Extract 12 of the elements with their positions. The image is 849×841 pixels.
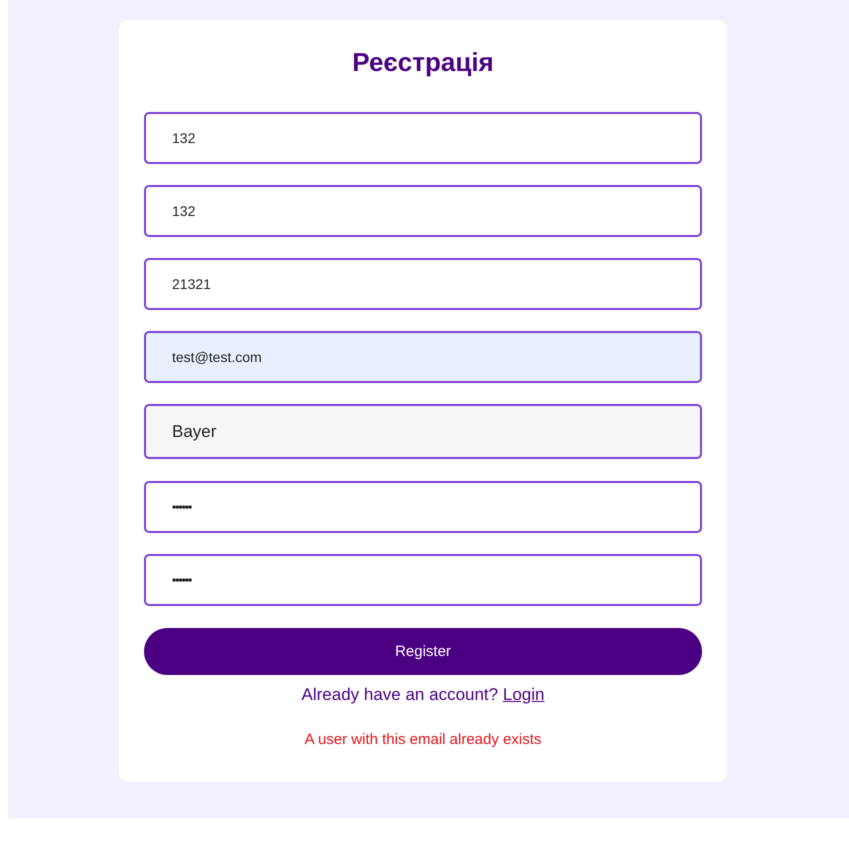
input-field[interactable]: 132 xyxy=(144,112,702,164)
password-field[interactable]: •••••• xyxy=(144,554,702,606)
error-message: A user with this email already exists xyxy=(304,731,542,748)
login-prompt-text: Already have an account? xyxy=(302,685,498,704)
input-field[interactable]: test@test.com xyxy=(144,331,702,383)
form-title: Реєстрація xyxy=(351,46,495,79)
register-button[interactable]: Register xyxy=(144,628,702,675)
login-link[interactable]: Login xyxy=(502,685,544,704)
password-field[interactable]: •••••• xyxy=(144,481,702,533)
select-field[interactable]: Bayer xyxy=(144,404,702,459)
input-field[interactable]: 21321 xyxy=(144,258,702,310)
input-field[interactable]: 132 xyxy=(144,185,702,237)
